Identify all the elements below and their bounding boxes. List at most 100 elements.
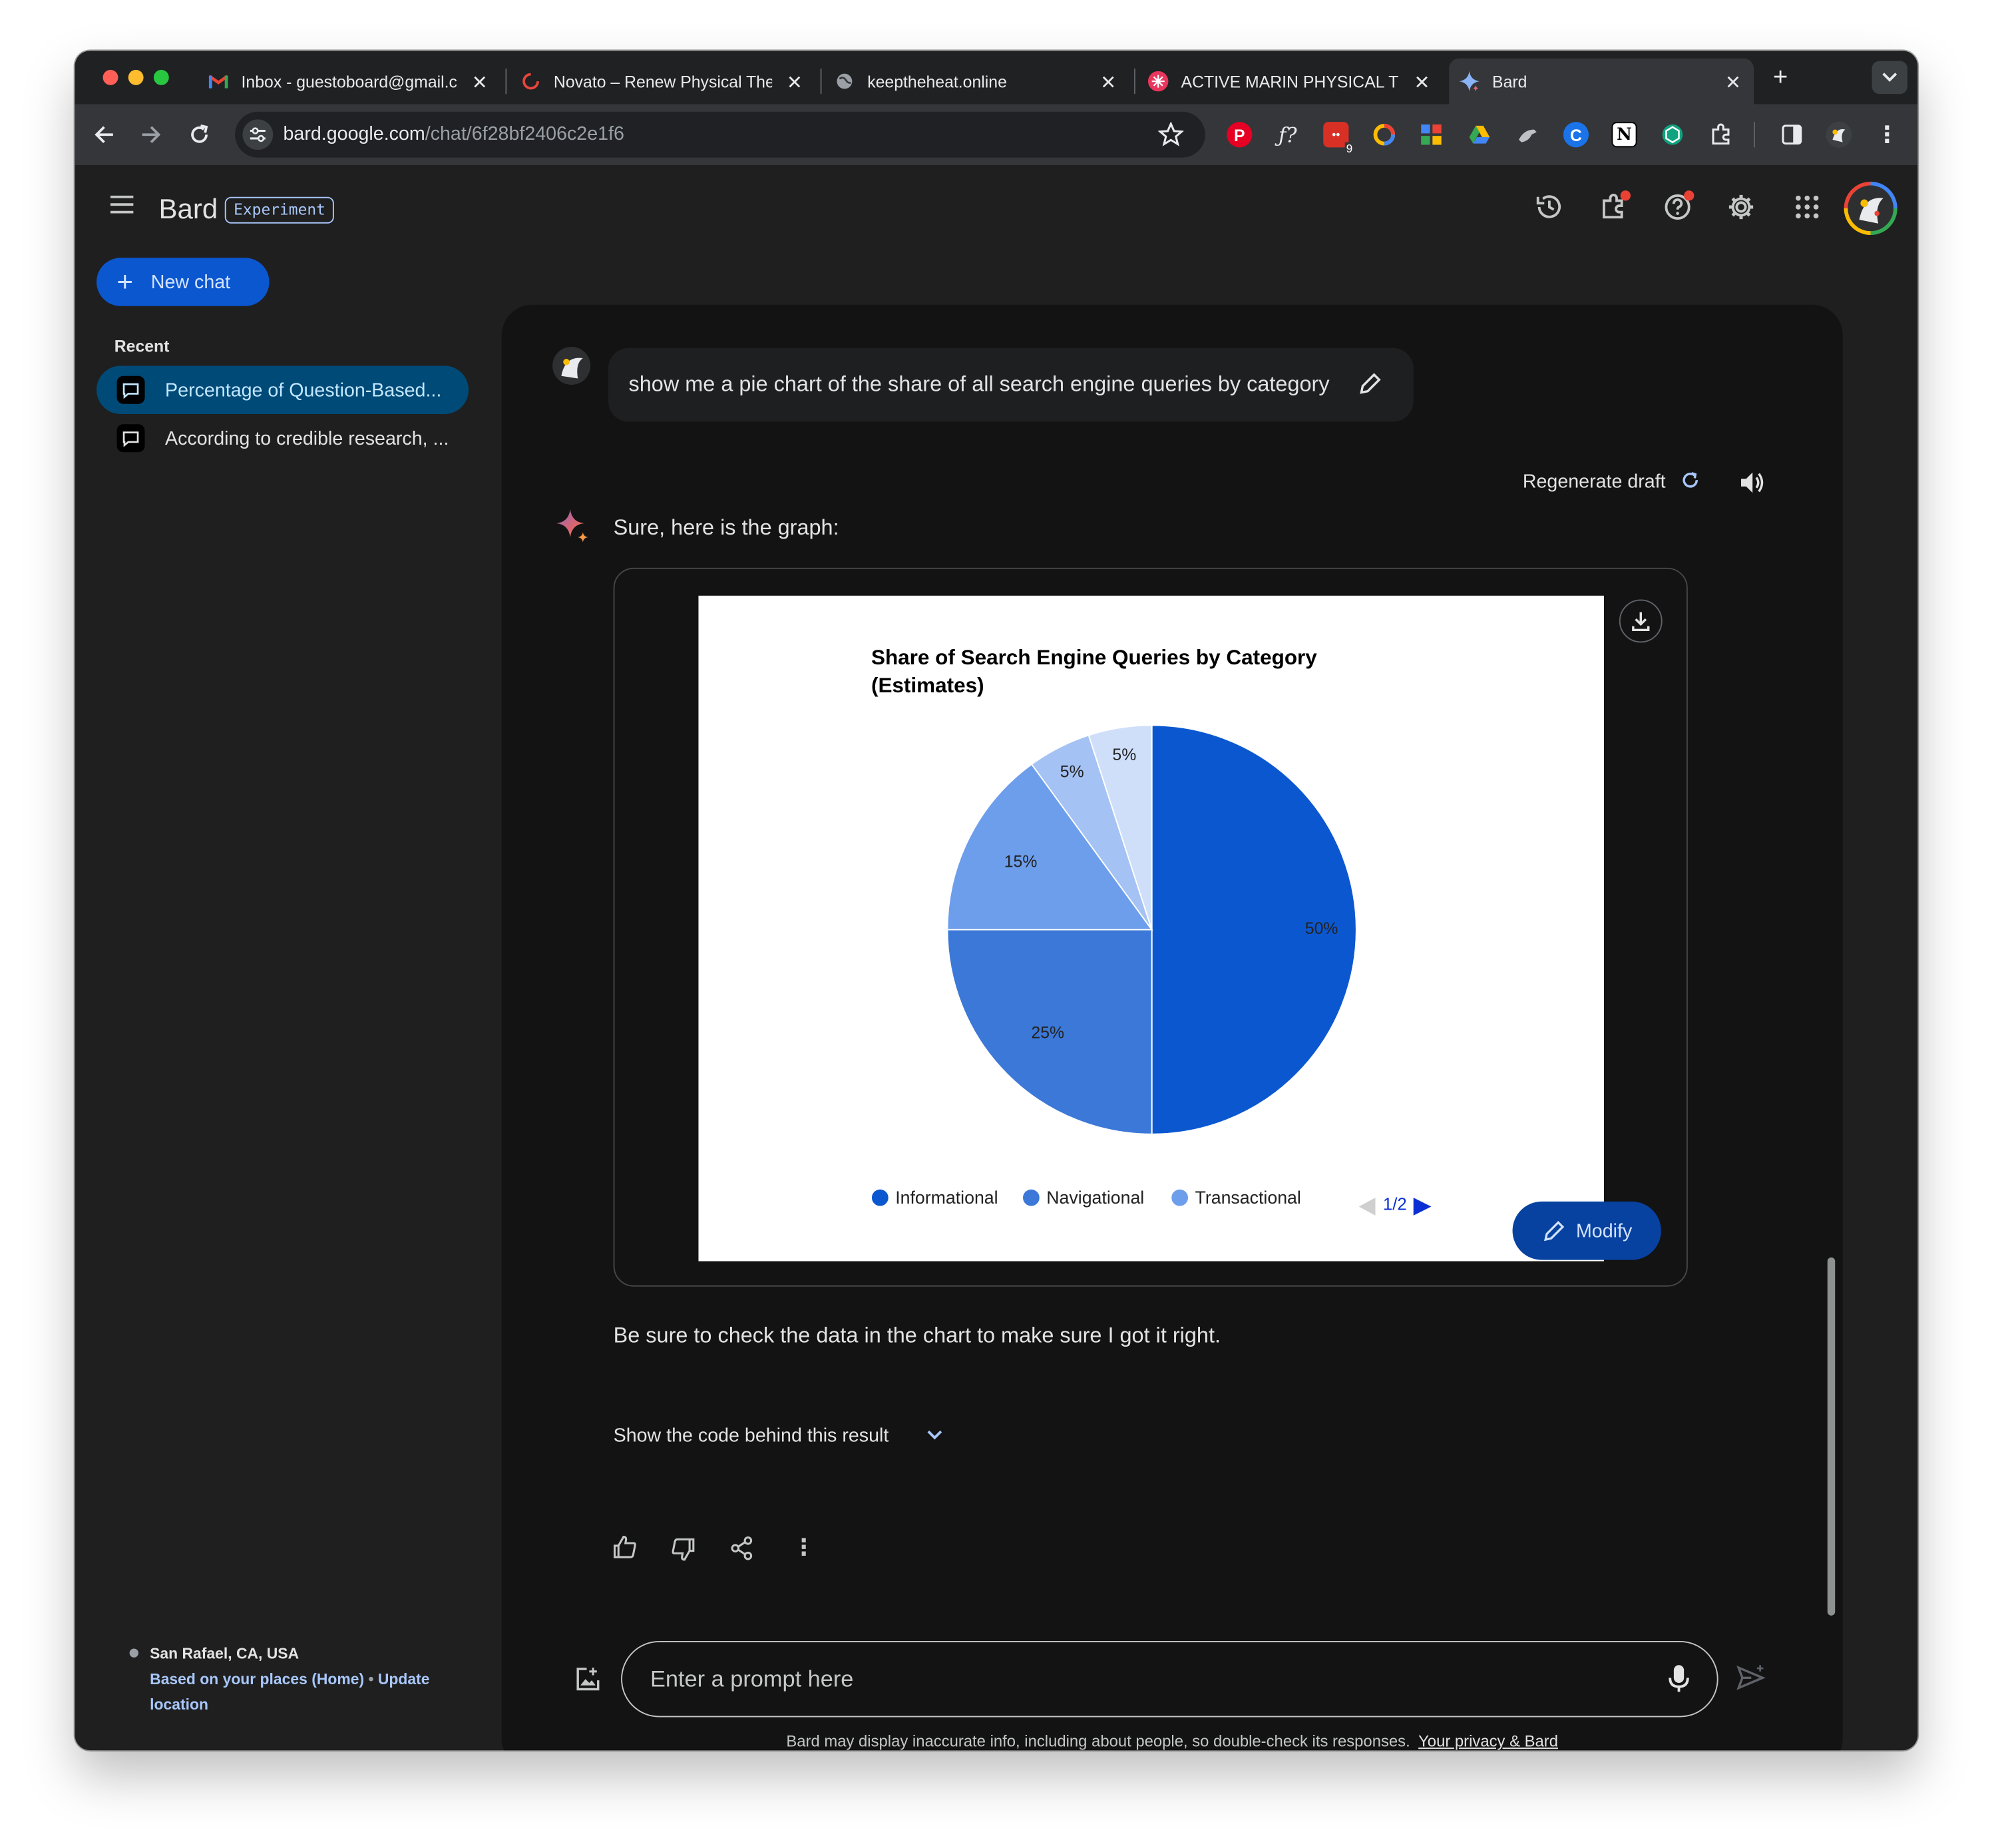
update-location-link-cont[interactable]: location bbox=[150, 1692, 429, 1717]
legend-label[interactable]: Navigational bbox=[1046, 1188, 1144, 1208]
legend-next-icon[interactable] bbox=[1413, 1198, 1432, 1216]
tab-separator bbox=[1133, 69, 1135, 95]
show-code-toggle[interactable]: Show the code behind this result bbox=[614, 1425, 942, 1447]
edit-pencil-icon[interactable] bbox=[1358, 371, 1383, 403]
legend-prev-icon[interactable] bbox=[1358, 1198, 1376, 1216]
tab-renew[interactable]: Novato – Renew Physical The ✕ bbox=[510, 59, 815, 105]
send-icon[interactable] bbox=[1736, 1662, 1766, 1699]
legend-label[interactable]: Informational bbox=[895, 1188, 998, 1208]
recent-heading: Recent bbox=[114, 336, 170, 356]
settings-gear-icon[interactable] bbox=[1722, 188, 1760, 226]
calendar-extension-icon[interactable]: •• 9 bbox=[1323, 122, 1354, 155]
google-grid-extension-icon[interactable] bbox=[1418, 122, 1444, 147]
response-note-text: Be sure to check the data in the chart t… bbox=[613, 1323, 1221, 1348]
tab-active-marin[interactable]: ACTIVE MARIN PHYSICAL TH ✕ bbox=[1138, 59, 1443, 105]
upload-image-icon[interactable] bbox=[574, 1665, 602, 1700]
thumbs-down-icon[interactable] bbox=[670, 1537, 696, 1569]
modify-chart-button[interactable]: Modify bbox=[1512, 1201, 1661, 1260]
recent-chat-item[interactable]: According to credible research, ... bbox=[97, 414, 469, 463]
tab-keeptheheat[interactable]: keeptheheat.online ✕ bbox=[824, 59, 1129, 105]
minimize-window-button[interactable] bbox=[128, 69, 144, 85]
close-window-button[interactable] bbox=[102, 69, 118, 85]
regenerate-draft-button[interactable]: Regenerate draft bbox=[1523, 471, 1699, 493]
new-chat-button[interactable]: + New chat bbox=[97, 258, 270, 306]
chart-subtitle: (Estimates) bbox=[871, 674, 984, 697]
location-info: San Rafael, CA, USA Based on your places… bbox=[150, 1641, 429, 1717]
close-tab-icon[interactable]: ✕ bbox=[472, 71, 488, 94]
url-host: bard.google.com bbox=[283, 123, 425, 145]
bard-app: Bard Experiment + New chat Recent Percen… bbox=[75, 165, 1918, 1751]
profile-avatar-icon[interactable] bbox=[1826, 122, 1852, 148]
update-location-link[interactable]: Update bbox=[378, 1670, 430, 1688]
c-extension-icon[interactable]: C bbox=[1563, 122, 1589, 148]
download-chart-button[interactable] bbox=[1619, 599, 1663, 643]
prompt-input[interactable]: Enter a prompt here bbox=[621, 1641, 1718, 1718]
close-tab-icon[interactable]: ✕ bbox=[1100, 71, 1116, 94]
browser-toolbar: bard.google.com/chat/6f28bf2406c2e1f6 P … bbox=[75, 104, 1918, 166]
sidebar: + New chat Recent Percentage of Question… bbox=[75, 165, 502, 1750]
modify-label: Modify bbox=[1575, 1220, 1633, 1242]
toolbar-divider bbox=[1754, 122, 1756, 148]
bard-sparkle-icon bbox=[1459, 71, 1480, 92]
pie-slice-label: 25% bbox=[1031, 1025, 1064, 1042]
side-panel-icon[interactable] bbox=[1779, 122, 1804, 147]
close-tab-icon[interactable]: ✕ bbox=[1725, 71, 1741, 94]
chat-bubble-icon bbox=[116, 424, 145, 453]
site-settings-icon[interactable] bbox=[242, 119, 274, 150]
tab-title: keeptheheat.online bbox=[867, 71, 1007, 91]
edit-pencil-icon bbox=[1544, 1221, 1565, 1242]
ring-extension-icon[interactable] bbox=[1372, 122, 1397, 147]
google-apps-icon[interactable] bbox=[1788, 188, 1826, 226]
renew-icon bbox=[520, 71, 541, 92]
browser-menu-icon[interactable]: ⋮ bbox=[1874, 121, 1899, 147]
new-tab-icon[interactable]: + bbox=[1765, 62, 1796, 93]
user-avatar bbox=[552, 346, 591, 385]
plus-icon: + bbox=[116, 265, 134, 298]
pie-slice-label: 5% bbox=[1112, 746, 1136, 764]
pinterest-extension-icon[interactable]: P bbox=[1227, 122, 1253, 148]
formula-extension-icon[interactable]: ƒ? bbox=[1275, 122, 1300, 147]
download-icon bbox=[1632, 612, 1650, 632]
drive-extension-icon[interactable] bbox=[1467, 122, 1492, 147]
conversation-panel: show me a pie chart of the share of all … bbox=[501, 304, 1843, 1751]
bookmark-star-icon[interactable] bbox=[1157, 121, 1185, 154]
tab-title: Bard bbox=[1492, 71, 1527, 91]
tab-gmail[interactable]: Inbox - guestoboard@gmail.c ✕ bbox=[196, 59, 500, 105]
help-icon[interactable] bbox=[1659, 188, 1696, 226]
address-bar[interactable]: bard.google.com/chat/6f28bf2406c2e1f6 bbox=[235, 111, 1205, 158]
read-aloud-speaker-icon[interactable] bbox=[1738, 470, 1766, 502]
location-source-link[interactable]: Based on your places (Home) bbox=[150, 1670, 364, 1688]
more-options-icon[interactable]: ⋮ bbox=[793, 1534, 815, 1561]
tab-search-button[interactable] bbox=[1872, 61, 1907, 95]
recent-chat-item[interactable]: Percentage of Question-Based... bbox=[97, 365, 469, 414]
share-icon[interactable] bbox=[730, 1536, 753, 1568]
microphone-icon[interactable] bbox=[1667, 1664, 1690, 1700]
chatgpt-extension-icon[interactable] bbox=[1660, 122, 1685, 147]
conversation-scrollbar[interactable] bbox=[1827, 1257, 1836, 1616]
prompt-placeholder: Enter a prompt here bbox=[650, 1666, 854, 1692]
disclaimer-text: Bard may display inaccurate info, includ… bbox=[786, 1732, 1410, 1751]
thumbs-up-icon[interactable] bbox=[612, 1534, 638, 1566]
close-tab-icon[interactable]: ✕ bbox=[787, 71, 803, 94]
forward-icon[interactable] bbox=[136, 119, 166, 150]
pie-slice-label: 5% bbox=[1060, 764, 1084, 782]
tab-bard[interactable]: Bard ✕ bbox=[1449, 58, 1754, 105]
extensions-icon[interactable] bbox=[1595, 188, 1633, 226]
activity-history-icon[interactable] bbox=[1530, 188, 1568, 226]
legend-label[interactable]: Transactional bbox=[1195, 1188, 1301, 1208]
close-tab-icon[interactable]: ✕ bbox=[1414, 71, 1430, 94]
user-message: show me a pie chart of the share of all … bbox=[608, 347, 1414, 422]
notion-extension-icon[interactable]: N bbox=[1611, 122, 1637, 148]
back-icon[interactable] bbox=[89, 119, 120, 150]
tab-separator bbox=[820, 69, 822, 95]
privacy-link[interactable]: Your privacy & Bard bbox=[1418, 1732, 1558, 1750]
legend-pager[interactable]: 1/2 bbox=[1358, 1195, 1432, 1216]
zoom-window-button[interactable] bbox=[153, 69, 169, 85]
reload-icon[interactable] bbox=[184, 119, 215, 150]
extensions-puzzle-icon[interactable] bbox=[1708, 122, 1733, 147]
active-marin-icon bbox=[1147, 71, 1169, 92]
bird-extension-icon[interactable] bbox=[1515, 122, 1540, 147]
tab-title: ACTIVE MARIN PHYSICAL TH bbox=[1181, 71, 1400, 91]
account-avatar[interactable] bbox=[1844, 181, 1897, 235]
gmail-icon bbox=[208, 71, 229, 92]
